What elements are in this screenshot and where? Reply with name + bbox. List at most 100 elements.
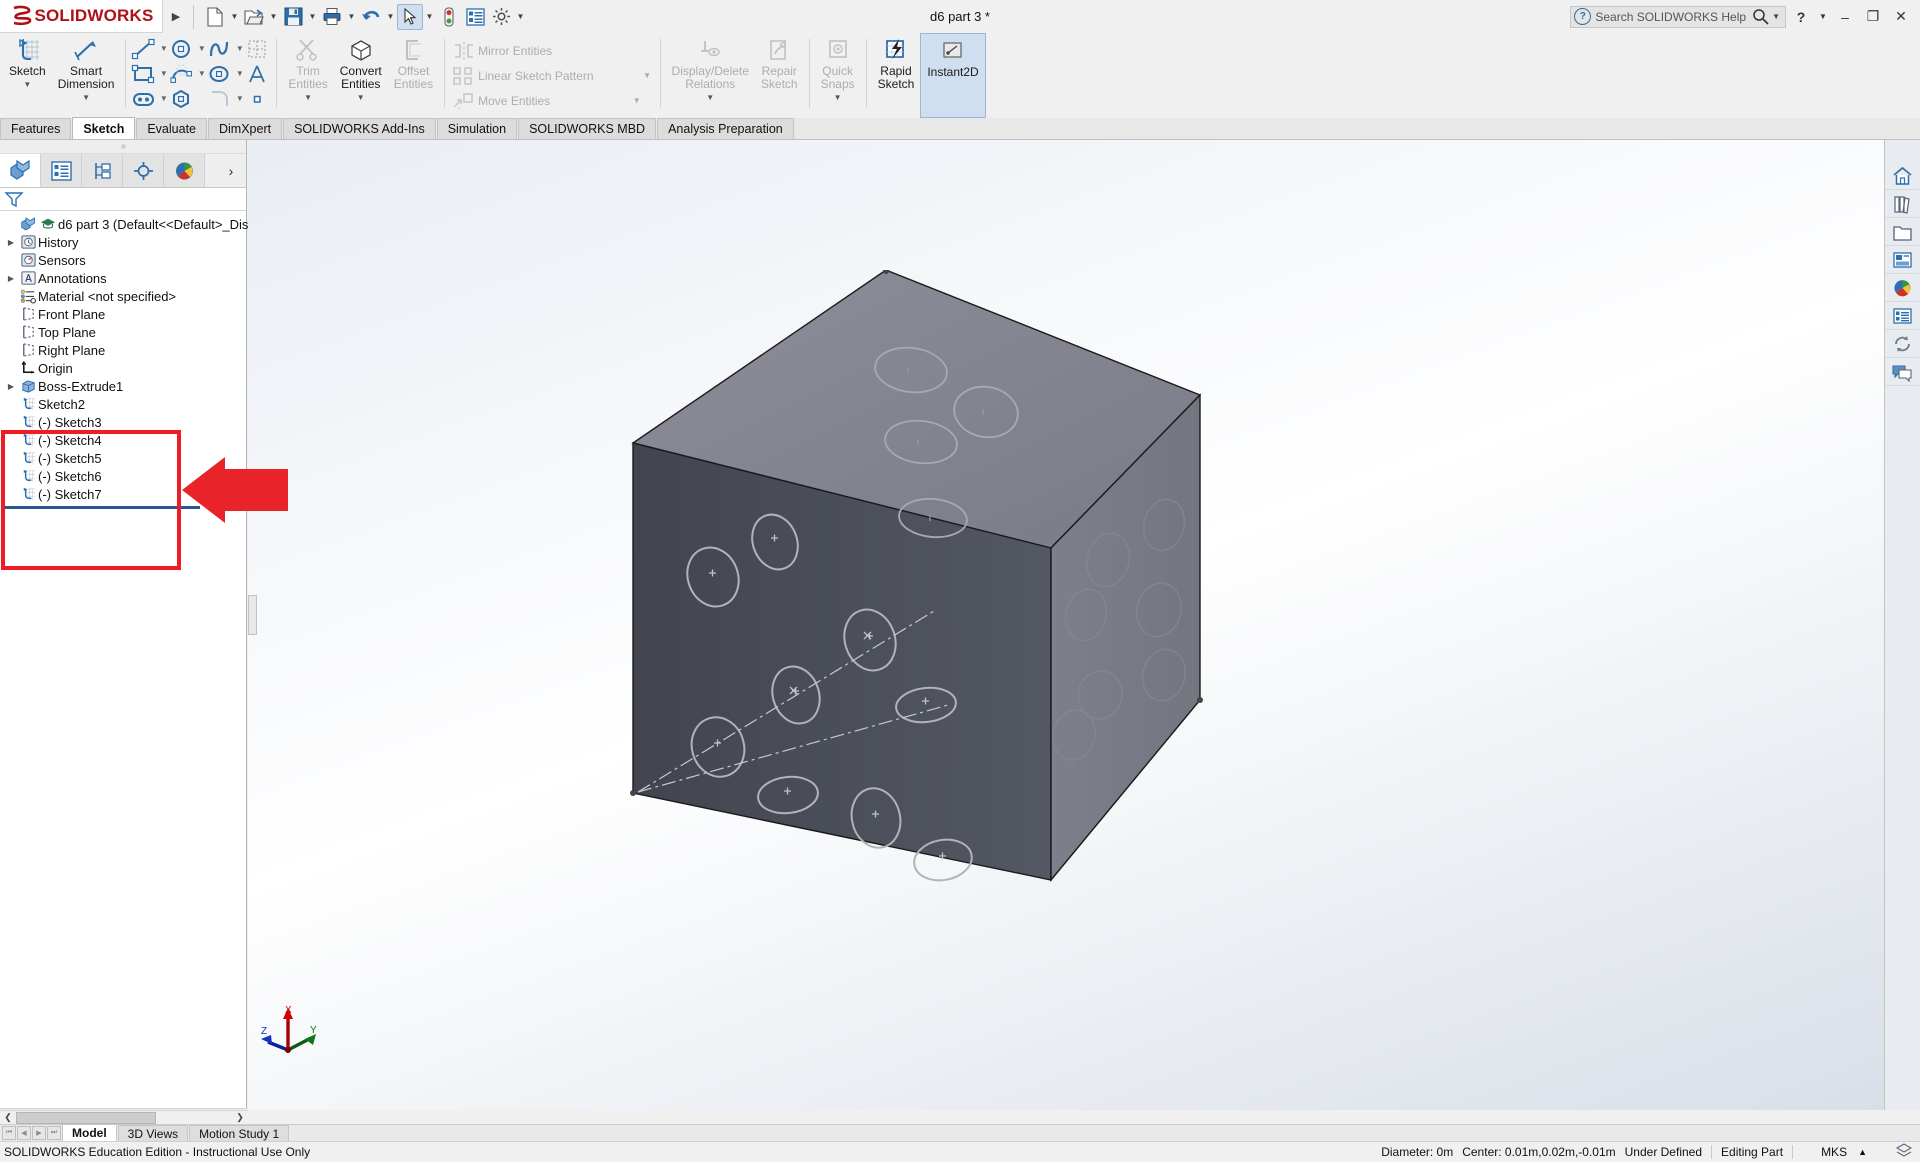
feature-manager-more-button[interactable]: ›	[216, 154, 246, 187]
linear-pattern-caret[interactable]: ▼	[642, 71, 653, 80]
convert-entities-caret[interactable]: ▼	[357, 93, 365, 102]
edit-appearance-button[interactable]	[1062, 140, 1086, 141]
custom-properties-button[interactable]	[1885, 302, 1919, 330]
restore-button[interactable]: ❐	[1860, 4, 1886, 30]
home-button[interactable]	[1885, 162, 1919, 190]
smart-dimension-caret[interactable]: ▼	[82, 93, 90, 102]
close-button[interactable]: ✕	[1888, 4, 1914, 30]
tree-item-history[interactable]: ▶ History	[0, 233, 246, 251]
new-document-caret[interactable]: ▼	[228, 4, 241, 30]
open-document-button[interactable]	[241, 4, 267, 30]
sketch-fillet-caret[interactable]: ▼	[234, 94, 245, 103]
previous-view-button[interactable]	[876, 140, 900, 141]
tree-item-boss-extrude1[interactable]: ▶ Boss-Extrude1	[0, 377, 246, 395]
tree-item-sketch2[interactable]: Sketch2	[0, 395, 246, 413]
nav-next-button[interactable]: ▶	[32, 1126, 46, 1140]
menu-expand-arrow[interactable]: ▶	[163, 0, 189, 33]
undo-button[interactable]	[358, 4, 384, 30]
open-document-caret[interactable]: ▼	[267, 4, 280, 30]
doc-tab-motion-study-1[interactable]: Motion Study 1	[189, 1125, 290, 1141]
tree-item-annotations[interactable]: ▶ Annotations	[0, 269, 246, 287]
graphics-area[interactable]: ▼ ▼ ▼	[248, 140, 1884, 1110]
view-cube-button[interactable]	[988, 140, 1012, 141]
view-settings-button[interactable]	[1124, 140, 1148, 141]
undo-caret[interactable]: ▼	[384, 4, 397, 30]
sketch-pattern-tool[interactable]	[245, 36, 271, 61]
rebuild-button[interactable]	[436, 4, 462, 30]
ellipse-tool-caret[interactable]: ▼	[234, 69, 245, 78]
recycle-button[interactable]	[1885, 330, 1919, 358]
view-cube-caret[interactable]: ▼	[1013, 140, 1024, 141]
circle-tool-caret[interactable]: ▼	[196, 44, 207, 53]
nav-prev-button[interactable]: ◀	[17, 1126, 31, 1140]
options-caret[interactable]: ▼	[514, 4, 527, 30]
design-library-button[interactable]	[1885, 190, 1919, 218]
tree-item-top-plane[interactable]: Top Plane	[0, 323, 246, 341]
sketch-dropdown-caret[interactable]: ▼	[23, 80, 31, 89]
offset-entities-button[interactable]: Offset Entities	[388, 33, 439, 118]
tab-features[interactable]: Features	[0, 118, 72, 139]
display-style-button[interactable]	[951, 140, 975, 141]
options-button[interactable]	[488, 4, 514, 30]
tree-twisty-boss-extrude[interactable]: ▶	[4, 382, 18, 391]
nav-first-button[interactable]: ⏮	[2, 1126, 16, 1140]
minimize-button[interactable]: –	[1832, 4, 1858, 30]
file-explorer-button[interactable]	[1885, 218, 1919, 246]
left-panel-hscroll[interactable]: ❮ ❯	[0, 1110, 248, 1124]
doc-tab-3d-views[interactable]: 3D Views	[117, 1125, 189, 1141]
dice-cube-model[interactable]	[608, 270, 1508, 1030]
forum-button[interactable]	[1885, 358, 1919, 386]
sketch-button[interactable]: Sketch ▼	[3, 33, 52, 118]
trim-entities-button[interactable]: Trim Entities ▼	[282, 33, 333, 118]
panel-splitter-handle[interactable]	[248, 595, 257, 635]
nav-last-button[interactable]: ⏭	[47, 1126, 61, 1140]
tab-simulation[interactable]: Simulation	[436, 118, 518, 139]
zoom-to-area-button[interactable]	[851, 140, 875, 141]
smart-dimension-button[interactable]: Smart Dimension ▼	[52, 33, 121, 118]
trim-entities-caret[interactable]: ▼	[304, 93, 312, 102]
move-entities-button[interactable]: Move Entities ▼	[450, 88, 654, 113]
slot-tool[interactable]: ▼	[131, 86, 169, 111]
rectangle-tool-caret[interactable]: ▼	[158, 69, 169, 78]
display-delete-relations-caret[interactable]: ▼	[706, 93, 714, 102]
view-settings-caret[interactable]: ▼	[1149, 140, 1160, 141]
search-caret[interactable]: ▼	[1769, 12, 1783, 21]
tree-item-sketch3[interactable]: (-) Sketch3	[0, 413, 246, 431]
tab-evaluate[interactable]: Evaluate	[136, 118, 207, 139]
dimxpert-manager-tab[interactable]	[123, 154, 164, 187]
move-entities-caret[interactable]: ▼	[631, 96, 642, 105]
display-manager-tab[interactable]	[164, 154, 205, 187]
display-style-caret[interactable]: ▼	[976, 140, 987, 141]
tab-sketch[interactable]: Sketch	[72, 117, 136, 139]
tree-item-sensors[interactable]: Sensors	[0, 251, 246, 269]
linear-sketch-pattern-button[interactable]: Linear Sketch Pattern ▼	[450, 63, 654, 88]
tab-solidworks-add-ins[interactable]: SOLIDWORKS Add-Ins	[283, 118, 436, 139]
select-tool-button[interactable]	[397, 3, 423, 30]
spline-tool[interactable]: ▼	[207, 36, 245, 61]
appearances-scenes-button[interactable]	[1885, 274, 1919, 302]
instant2d-button[interactable]: Instant2D	[920, 33, 986, 118]
polygon-tool[interactable]	[169, 86, 207, 111]
tree-item-material[interactable]: Material <not specified>	[0, 287, 246, 305]
spline-tool-caret[interactable]: ▼	[234, 44, 245, 53]
hide-show-items-button[interactable]	[1025, 140, 1049, 141]
new-document-button[interactable]	[202, 4, 228, 30]
quick-snaps-button[interactable]: Quick Snaps ▼	[815, 33, 861, 118]
tree-item-front-plane[interactable]: Front Plane	[0, 305, 246, 323]
sketch-fillet-tool[interactable]: ▼	[207, 86, 245, 111]
text-tool[interactable]	[245, 61, 271, 86]
hscroll-thumb[interactable]	[16, 1111, 156, 1124]
arc-tool-caret[interactable]: ▼	[196, 69, 207, 78]
tree-item-origin[interactable]: Origin	[0, 359, 246, 377]
hscroll-left-arrow[interactable]: ❮	[0, 1112, 16, 1123]
print-document-caret[interactable]: ▼	[345, 4, 358, 30]
line-tool[interactable]: ▼	[131, 36, 169, 61]
tab-dimxpert[interactable]: DimXpert	[208, 118, 283, 139]
configuration-manager-tab[interactable]	[82, 154, 123, 187]
save-document-caret[interactable]: ▼	[306, 4, 319, 30]
view-palette-button[interactable]	[1885, 246, 1919, 274]
quick-snaps-caret[interactable]: ▼	[834, 93, 842, 102]
feature-tree-filter[interactable]	[0, 188, 246, 211]
tab-analysis-preparation[interactable]: Analysis Preparation	[657, 118, 794, 139]
hscroll-right-arrow[interactable]: ❯	[232, 1112, 248, 1123]
